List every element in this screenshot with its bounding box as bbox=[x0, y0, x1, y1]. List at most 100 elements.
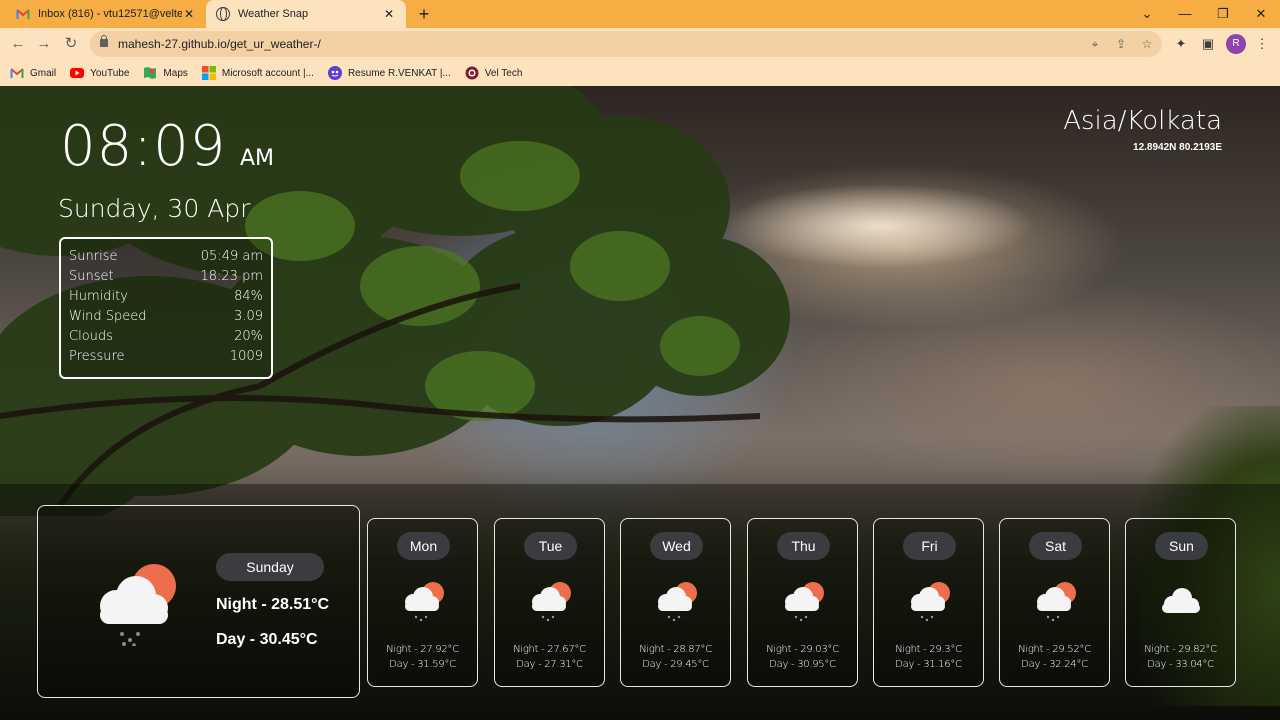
forecast-card-thu: Thu Night - 29.03°C Day - 30.95°C bbox=[747, 518, 858, 687]
lock-icon[interactable] bbox=[100, 35, 108, 47]
detail-value: 05:49 am bbox=[200, 249, 263, 264]
browser-toolbar: ← → ↻ mahesh-27.github.io/get_ur_weather… bbox=[0, 28, 1280, 60]
forecast-card-sat: Sat Night - 29.52°C Day - 32.24°C bbox=[999, 518, 1110, 687]
extensions-puzzle-icon[interactable]: ✦ bbox=[1171, 34, 1191, 54]
forecast-night-temp: Night - 29.52°C bbox=[1018, 644, 1091, 655]
forecast-day-temp: Day - 29.45°C bbox=[642, 659, 709, 670]
clock-time: 08:09 bbox=[60, 114, 227, 179]
timezone-label: Asia/Kolkata bbox=[1063, 106, 1222, 136]
bookmark-microsoft[interactable]: Microsoft account |... bbox=[201, 66, 314, 80]
weather-page: 08:09 AM Sunday, 30 Apr Sunrise 05:49 am… bbox=[0, 86, 1280, 720]
forward-arrow-icon[interactable]: → bbox=[34, 34, 54, 54]
avatar[interactable]: R bbox=[1226, 34, 1246, 54]
maximize-button[interactable]: ❐ bbox=[1204, 0, 1242, 28]
rain-cloud-sun-icon bbox=[785, 582, 824, 622]
bookmark-label: YouTube bbox=[90, 67, 130, 79]
close-icon[interactable]: ✕ bbox=[182, 7, 196, 21]
resume-icon bbox=[327, 66, 342, 80]
url-text[interactable]: mahesh-27.github.io/get_ur_weather-/ bbox=[118, 37, 321, 51]
back-arrow-icon[interactable]: ← bbox=[8, 34, 28, 54]
close-window-button[interactable]: ✕ bbox=[1242, 0, 1280, 28]
detail-row-clouds: Clouds 20% bbox=[69, 329, 263, 349]
forecast-day-temp: Day - 33.04°C bbox=[1147, 659, 1214, 670]
detail-value: 3.09 bbox=[234, 309, 263, 324]
forecast-day-badge: Thu bbox=[777, 532, 830, 560]
forecast-card-sun: Sun Night - 29.82°C Day - 33.04°C bbox=[1125, 518, 1236, 687]
kebab-menu-icon[interactable]: ⋮ bbox=[1252, 34, 1272, 54]
rain-cloud-sun-icon bbox=[911, 582, 950, 622]
clock-ampm: AM bbox=[240, 146, 275, 171]
today-night-temp: Night - 28.51°C bbox=[216, 596, 330, 613]
detail-value: 84% bbox=[234, 289, 263, 304]
forecast-day-badge: Fri bbox=[903, 532, 956, 560]
side-panel-icon[interactable]: ▣ bbox=[1198, 34, 1218, 54]
gmail-icon bbox=[10, 66, 24, 80]
tab-title: Weather Snap bbox=[238, 8, 309, 20]
close-icon[interactable]: ✕ bbox=[382, 7, 396, 21]
coordinates-label: 12.8942N 80.2193E bbox=[1133, 142, 1222, 153]
rain-cloud-sun-icon bbox=[1037, 582, 1076, 622]
bookmark-resume[interactable]: Resume R.VENKAT |... bbox=[327, 66, 451, 80]
bookmark-veltech[interactable]: Vel Tech bbox=[465, 66, 523, 80]
detail-row-sunset: Sunset 18:23 pm bbox=[69, 269, 263, 289]
current-date: Sunday, 30 Apr bbox=[58, 194, 251, 223]
forecast-card-wed: Wed Night - 28.87°C Day - 29.45°C bbox=[620, 518, 731, 687]
tab-title: Inbox (816) - vtu12571@veltech. bbox=[38, 8, 182, 20]
forecast-day-temp: Day - 30.95°C bbox=[769, 659, 836, 670]
youtube-icon bbox=[70, 66, 85, 80]
forecast-day-temp: Day - 32.24°C bbox=[1021, 659, 1088, 670]
forecast-card-tue: Tue Night - 27.67°C Day - 27.31°C bbox=[494, 518, 605, 687]
detail-value: 1009 bbox=[229, 349, 263, 364]
bookmark-star-icon[interactable]: ☆ bbox=[1138, 35, 1156, 53]
today-day-temp: Day - 30.45°C bbox=[216, 631, 318, 648]
rain-cloud-sun-icon bbox=[658, 582, 697, 622]
detail-label: Clouds bbox=[69, 329, 113, 344]
bookmark-gmail[interactable]: Gmail bbox=[10, 66, 56, 80]
detail-label: Sunrise bbox=[69, 249, 118, 264]
detail-row-wind-speed: Wind Speed 3.09 bbox=[69, 309, 263, 329]
bookmark-label: Microsoft account |... bbox=[221, 67, 314, 79]
detail-row-sunrise: Sunrise 05:49 am bbox=[69, 249, 263, 269]
address-bar[interactable]: mahesh-27.github.io/get_ur_weather-/ ⌖ ⇪… bbox=[90, 31, 1162, 57]
reload-icon[interactable]: ↻ bbox=[61, 34, 81, 54]
rain-cloud-sun-icon bbox=[532, 582, 571, 622]
forecast-night-temp: Night - 29.3°C bbox=[895, 644, 962, 655]
bookmark-youtube[interactable]: YouTube bbox=[70, 66, 129, 80]
forecast-day-temp: Day - 27.31°C bbox=[516, 659, 583, 670]
bookmark-maps[interactable]: Maps bbox=[143, 66, 188, 80]
bookmark-label: Gmail bbox=[30, 67, 57, 79]
forecast-night-temp: Night - 29.82°C bbox=[1144, 644, 1217, 655]
tab-weather-snap[interactable]: Weather Snap ✕ bbox=[206, 0, 406, 28]
cloud-icon bbox=[1162, 588, 1200, 613]
microsoft-icon bbox=[201, 66, 216, 80]
tab-gmail-inbox[interactable]: Inbox (816) - vtu12571@veltech. ✕ bbox=[8, 0, 204, 28]
forecast-day-badge: Wed bbox=[650, 532, 703, 560]
forecast-night-temp: Night - 27.92°C bbox=[386, 644, 459, 655]
forecast-day-badge: Mon bbox=[397, 532, 450, 560]
forecast-day-temp: Day - 31.59°C bbox=[389, 659, 456, 670]
gmail-icon bbox=[16, 8, 30, 20]
bookmark-label: Vel Tech bbox=[484, 67, 523, 79]
rain-cloud-sun-icon bbox=[405, 582, 444, 622]
forecast-card-mon: Mon Night - 27.92°C Day - 31.59°C bbox=[367, 518, 478, 687]
forecast-card-fri: Fri Night - 29.3°C Day - 31.16°C bbox=[873, 518, 984, 687]
detail-label: Sunset bbox=[69, 269, 114, 284]
today-forecast-card: Sunday Night - 28.51°C Day - 30.45°C bbox=[37, 505, 360, 698]
new-tab-button[interactable]: + bbox=[414, 4, 434, 24]
forecast-night-temp: Night - 29.03°C bbox=[766, 644, 839, 655]
today-day-badge: Sunday bbox=[216, 553, 324, 581]
tab-search-chevron-icon[interactable]: ⌄ bbox=[1128, 0, 1166, 28]
minimize-button[interactable]: — bbox=[1166, 0, 1204, 28]
tab-strip: Inbox (816) - vtu12571@veltech. ✕ Weathe… bbox=[0, 0, 1280, 28]
detail-label: Wind Speed bbox=[69, 309, 147, 324]
forecast-night-temp: Night - 27.67°C bbox=[513, 644, 586, 655]
share-icon[interactable]: ⇪ bbox=[1112, 35, 1130, 53]
bookmark-label: Maps bbox=[163, 67, 188, 79]
weather-details-card: Sunrise 05:49 am Sunset 18:23 pm Humidit… bbox=[59, 237, 273, 379]
location-pin-icon[interactable]: ⌖ bbox=[1086, 35, 1104, 53]
detail-label: Pressure bbox=[69, 349, 125, 364]
forecast-night-temp: Night - 28.87°C bbox=[639, 644, 712, 655]
detail-value: 20% bbox=[234, 329, 263, 344]
forecast-day-badge: Tue bbox=[524, 532, 577, 560]
veltech-icon bbox=[465, 66, 479, 80]
